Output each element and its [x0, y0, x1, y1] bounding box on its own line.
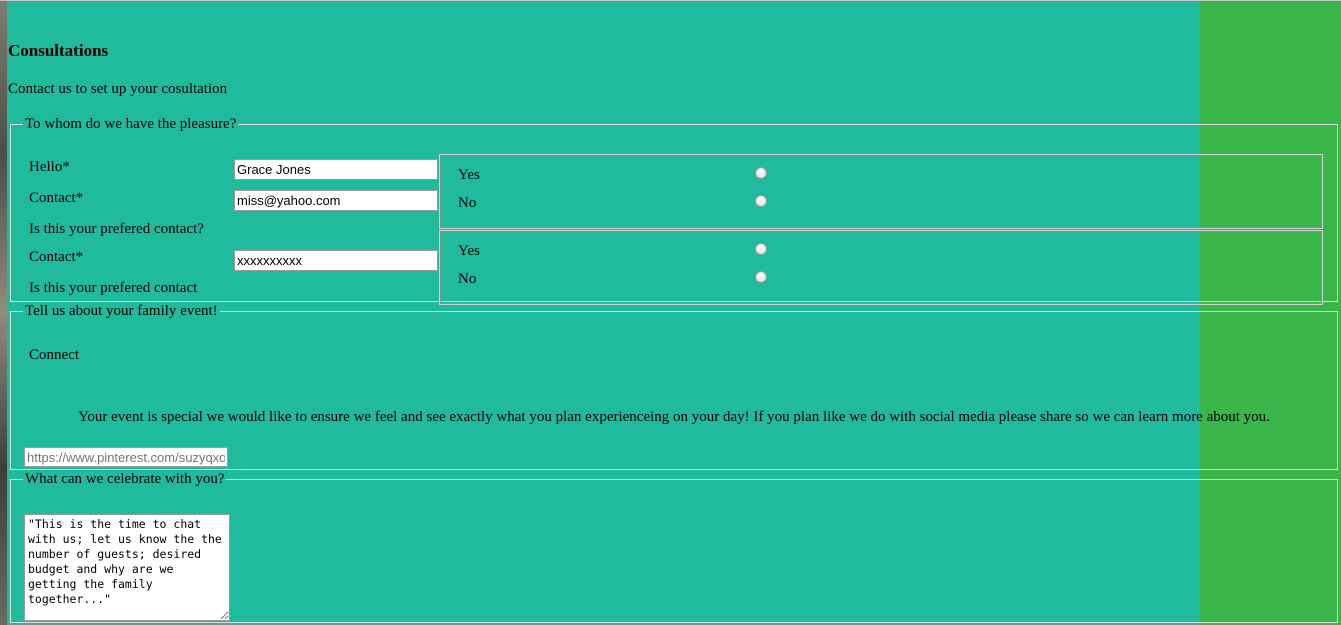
social-url-input[interactable] [24, 447, 228, 467]
email-label: Contact* [29, 190, 84, 206]
event-fieldset: Tell us about your family event! Connect… [10, 303, 1338, 470]
email-pref-yes-label: Yes [458, 167, 480, 183]
email-pref-question: Is this your prefered contact? [29, 221, 204, 237]
celebrate-legend: What can we celebrate with you? [25, 471, 225, 487]
phone-input[interactable] [234, 250, 438, 271]
phone-pref-no-label: No [458, 271, 477, 287]
email-input[interactable] [234, 190, 438, 211]
phone-pref-yes-label: Yes [458, 243, 480, 259]
event-legend: Tell us about your family event! [25, 303, 218, 319]
background-photo-strip [0, 0, 7, 625]
email-pref-no-radio[interactable] [755, 195, 767, 207]
intro-text: Contact us to set up your cosultation [8, 81, 228, 97]
name-input[interactable] [234, 159, 438, 180]
name-label: Hello* [29, 159, 70, 175]
event-description: Your event is special we would like to e… [78, 409, 1270, 425]
top-divider [0, 0, 1341, 1]
phone-pref-yes-radio[interactable] [755, 243, 767, 255]
contact-fieldset: To whom do we have the pleasure? Hello* … [10, 116, 1338, 305]
contact-legend: To whom do we have the pleasure? [25, 116, 237, 132]
phone-pref-radio-group: Yes No [439, 230, 1323, 305]
connect-label: Connect [29, 347, 79, 363]
phone-pref-question: Is this your prefered contact [29, 280, 198, 296]
email-pref-radio-group: Yes No [439, 154, 1323, 229]
page-title: Consultations [8, 41, 109, 60]
message-textarea[interactable] [24, 514, 230, 621]
celebrate-fieldset: What can we celebrate with you? [10, 471, 1338, 623]
phone-pref-no-radio[interactable] [755, 271, 767, 283]
email-pref-yes-radio[interactable] [755, 167, 767, 179]
email-pref-no-label: No [458, 195, 477, 211]
phone-label: Contact* [29, 249, 84, 265]
